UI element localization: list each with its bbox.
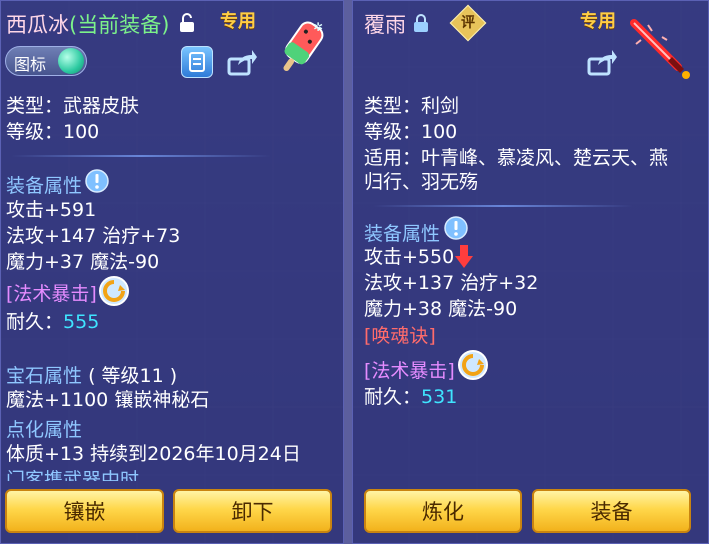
type-line: 类型：利剑 — [364, 95, 460, 117]
suitable-line-2: 归行、羽无殇 — [364, 171, 479, 193]
refine-button[interactable]: 炼化 — [364, 489, 522, 533]
panel-separator — [344, 0, 352, 544]
icon-toggle-label: 图标 — [14, 55, 47, 74]
skill-refresh-icon[interactable] — [457, 349, 489, 381]
attr-magic-attack: 法攻+137 治疗+32 — [364, 272, 539, 294]
share-icon[interactable] — [586, 47, 618, 77]
durability-value: 555 — [63, 311, 100, 333]
unlock-icon[interactable] — [179, 13, 195, 33]
attr-attack: 攻击+591 — [6, 199, 97, 221]
gem-line: 魔法+1100 镶嵌神秘石 — [6, 389, 210, 411]
special-skill-red: [唤魂诀] — [364, 325, 436, 347]
gem-attr-header: 宝石属性 ( 等级11 ) — [6, 361, 177, 388]
svg-text:✲: ✲ — [313, 20, 323, 34]
info-icon[interactable] — [444, 216, 468, 240]
icon-toggle[interactable]: 图标 — [5, 46, 87, 76]
popsicle-skin-icon[interactable]: ✲ — [269, 17, 331, 77]
attr-attack: 攻击+550 — [364, 246, 455, 268]
decrease-arrow-icon — [455, 245, 473, 268]
spot-attr-header: 点化属性 — [6, 419, 83, 441]
inlay-button[interactable]: 镶嵌 — [5, 489, 164, 533]
divider — [11, 155, 271, 157]
divider — [373, 205, 633, 207]
gem-level: ( 等级11 ) — [88, 365, 178, 387]
preview-icon[interactable] — [181, 46, 213, 78]
equip-attr-header: 装备属性 — [364, 223, 441, 245]
durability-label: 耐久： — [6, 311, 64, 333]
toggle-knob — [58, 48, 84, 74]
special-skill: [法术暴击] — [6, 283, 97, 305]
suitable-line-1: 适用：叶青峰、慕凌风、楚云天、燕 — [364, 147, 669, 169]
equip-attr-header: 装备属性 — [6, 175, 83, 197]
partial-line-clip: 门客携武器中时 — [6, 469, 191, 481]
item-name: 覆雨 — [364, 13, 406, 37]
unequip-button[interactable]: 卸下 — [173, 489, 332, 533]
level-line: 等级：100 — [364, 121, 458, 143]
current-item-panel: 西瓜冰(当前装备) 专用 ✲ 图标 类型：武器皮肤 等级：100 装备属性 攻击… — [0, 0, 344, 544]
durability-label: 耐久： — [364, 386, 422, 408]
type-line: 类型：武器皮肤 — [6, 95, 140, 117]
gem-header-label: 宝石属性 — [6, 365, 83, 387]
share-icon[interactable] — [226, 47, 258, 77]
rate-badge[interactable]: 评 — [457, 12, 479, 32]
exclusive-tag: 专用 — [220, 11, 256, 32]
attr-mana: 魔力+38 魔法-90 — [364, 298, 518, 320]
item-status: (当前装备) — [69, 13, 170, 37]
level-line: 等级：100 — [6, 121, 100, 143]
exclusive-tag: 专用 — [580, 11, 616, 32]
item-title: 西瓜冰(当前装备) — [6, 9, 169, 39]
partial-line: 门客携武器中时 — [6, 469, 140, 481]
skill-refresh-icon[interactable] — [98, 275, 130, 307]
info-icon[interactable] — [85, 169, 109, 193]
attr-mana: 魔力+37 魔法-90 — [6, 251, 160, 273]
durability-value: 531 — [421, 386, 458, 408]
lock-icon[interactable] — [413, 13, 429, 33]
compare-item-panel: 覆雨 评 专用 类型：利剑 等级：100 适用：叶青峰、慕凌风、楚云天、燕 归行… — [352, 0, 709, 544]
sword-icon[interactable] — [628, 19, 694, 81]
item-name: 西瓜冰 — [6, 13, 69, 37]
attr-magic-attack: 法攻+147 治疗+73 — [6, 225, 181, 247]
special-skill: [法术暴击] — [364, 360, 455, 382]
spot-line: 体质+13 持续到2026年10月24日 — [6, 443, 301, 465]
equip-button[interactable]: 装备 — [532, 489, 691, 533]
